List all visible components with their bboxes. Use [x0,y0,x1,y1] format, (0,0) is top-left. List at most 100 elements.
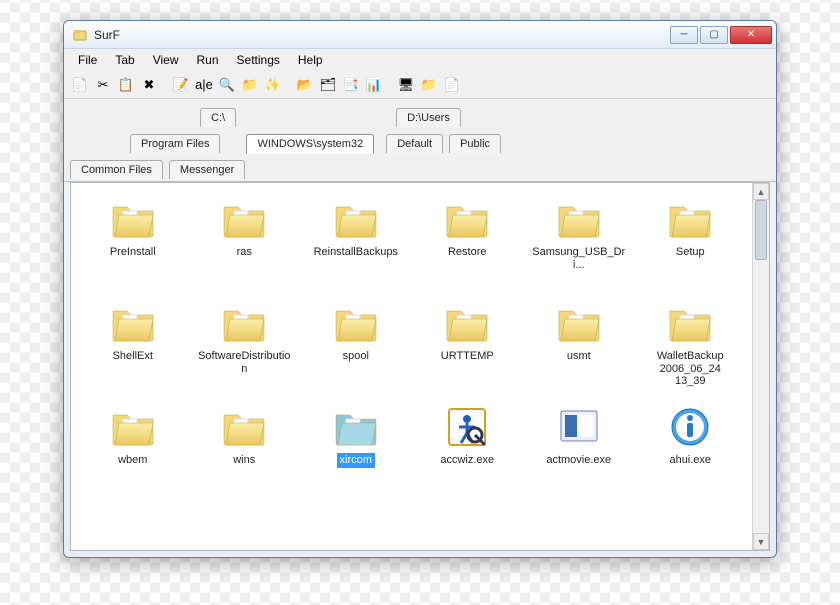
file-item[interactable]: accwiz.exe [414,401,522,501]
delete-icon[interactable]: ✖ [139,75,159,95]
file-label: wins [230,453,258,468]
menu-view[interactable]: View [145,51,187,69]
menubar: File Tab View Run Settings Help [64,49,776,71]
file-label: actmovie.exe [543,453,614,468]
file-item[interactable]: ras [191,193,299,293]
file-item[interactable]: wbem [79,401,187,501]
options-icon[interactable]: 📄 [442,75,462,95]
tab-messenger[interactable]: Messenger [169,160,245,179]
file-label: ras [234,245,255,260]
minimize-button[interactable]: ─ [670,26,698,44]
folder-icon [555,301,603,345]
exe-icon [443,405,491,449]
folder-icon [443,197,491,241]
file-label: ReinstallBackups [311,245,401,260]
tab-system32[interactable]: WINDOWS\system32 [246,134,374,154]
file-label: xircom [337,453,375,468]
file-label: Restore [445,245,490,260]
file-item[interactable]: PreInstall [79,193,187,293]
file-item[interactable]: actmovie.exe [525,401,633,501]
folder-icon [443,301,491,345]
file-label: ShellExt [110,349,156,364]
scroll-down-icon[interactable]: ▼ [753,533,769,550]
tab-common-files[interactable]: Common Files [70,160,163,179]
tab-program-files[interactable]: Program Files [130,134,220,153]
icons-view-icon[interactable]: 🗂 [318,75,338,95]
file-label: Samsung_USB_Dri... [529,245,629,272]
file-grid[interactable]: PreInstall ras ReinstallBackups Restore … [71,183,752,550]
refresh-icon[interactable]: ✨ [263,75,283,95]
titlebar[interactable]: SurF ─ ▢ ✕ [64,21,776,49]
details-view-icon[interactable]: 📊 [364,75,384,95]
maximize-button[interactable]: ▢ [700,26,728,44]
file-label: usmt [564,349,594,364]
file-pane: PreInstall ras ReinstallBackups Restore … [70,182,770,551]
folder-icon [220,197,268,241]
new-folder-icon[interactable]: 📁 [240,75,260,95]
paste-icon[interactable]: 📋 [116,75,136,95]
up-icon[interactable]: 📂 [295,75,315,95]
properties-icon[interactable]: 📝 [171,75,191,95]
file-label: WalletBackup 2006_06_24 13_39 [640,349,740,389]
file-label: Setup [673,245,708,260]
file-item[interactable]: ahui.exe [637,401,745,501]
scroll-thumb[interactable] [755,200,767,260]
menu-settings[interactable]: Settings [229,51,288,69]
folder-icon [220,301,268,345]
file-label: PreInstall [107,245,159,260]
find-icon[interactable]: 🔍 [217,75,237,95]
file-item[interactable]: xircom [302,401,410,501]
toolbar: 📄 ✂ 📋 ✖ 📝 a|e 🔍 📁 ✨ 📂 🗂 📑 📊 🖥 📁 📄 [64,71,776,99]
tab-d-users[interactable]: D:\Users [396,108,461,127]
tab-c-drive[interactable]: C:\ [200,108,236,127]
tab-public[interactable]: Public [449,134,501,153]
list-view-icon[interactable]: 📑 [341,75,361,95]
tab-area: C:\ D:\Users Program Files WINDOWS\syste… [64,99,776,182]
exe-icon [666,405,714,449]
file-item[interactable]: WalletBackup 2006_06_24 13_39 [637,297,745,397]
file-label: URTTEMP [438,349,497,364]
close-button[interactable]: ✕ [730,26,772,44]
file-label: ahui.exe [666,453,714,468]
file-label: spool [340,349,372,364]
cut-icon[interactable]: ✂ [93,75,113,95]
window-title: SurF [94,28,668,42]
menu-help[interactable]: Help [290,51,331,69]
folder-icon [666,197,714,241]
folder-icon [220,405,268,449]
file-item[interactable]: usmt [525,297,633,397]
folder-icon [555,197,603,241]
menu-run[interactable]: Run [189,51,227,69]
tree-icon[interactable]: 🖥 [396,75,416,95]
file-label: SoftwareDistribution [194,349,294,376]
exe-icon [555,405,603,449]
copy-icon[interactable]: 📄 [70,75,90,95]
file-item[interactable]: ShellExt [79,297,187,397]
app-window: SurF ─ ▢ ✕ File Tab View Run Settings He… [63,20,777,558]
scroll-track[interactable] [753,200,769,533]
file-label: accwiz.exe [437,453,497,468]
file-item[interactable]: SoftwareDistribution [191,297,299,397]
folder-icon [332,405,380,449]
menu-file[interactable]: File [70,51,105,69]
folder-icon [332,301,380,345]
file-label: wbem [115,453,150,468]
rename-icon[interactable]: a|e [194,75,214,95]
folder-icon [109,405,157,449]
file-item[interactable]: URTTEMP [414,297,522,397]
file-item[interactable]: ReinstallBackups [302,193,410,293]
folder-icon [332,197,380,241]
folder-icon [109,301,157,345]
file-item[interactable]: Samsung_USB_Dri... [525,193,633,293]
file-item[interactable]: wins [191,401,299,501]
scroll-up-icon[interactable]: ▲ [753,183,769,200]
menu-tab[interactable]: Tab [107,51,142,69]
file-item[interactable]: Restore [414,193,522,293]
file-item[interactable]: spool [302,297,410,397]
file-item[interactable]: Setup [637,193,745,293]
shell-icon[interactable]: 📁 [419,75,439,95]
app-icon [72,27,88,43]
tab-default[interactable]: Default [386,134,443,153]
scrollbar[interactable]: ▲ ▼ [752,183,769,550]
folder-icon [666,301,714,345]
